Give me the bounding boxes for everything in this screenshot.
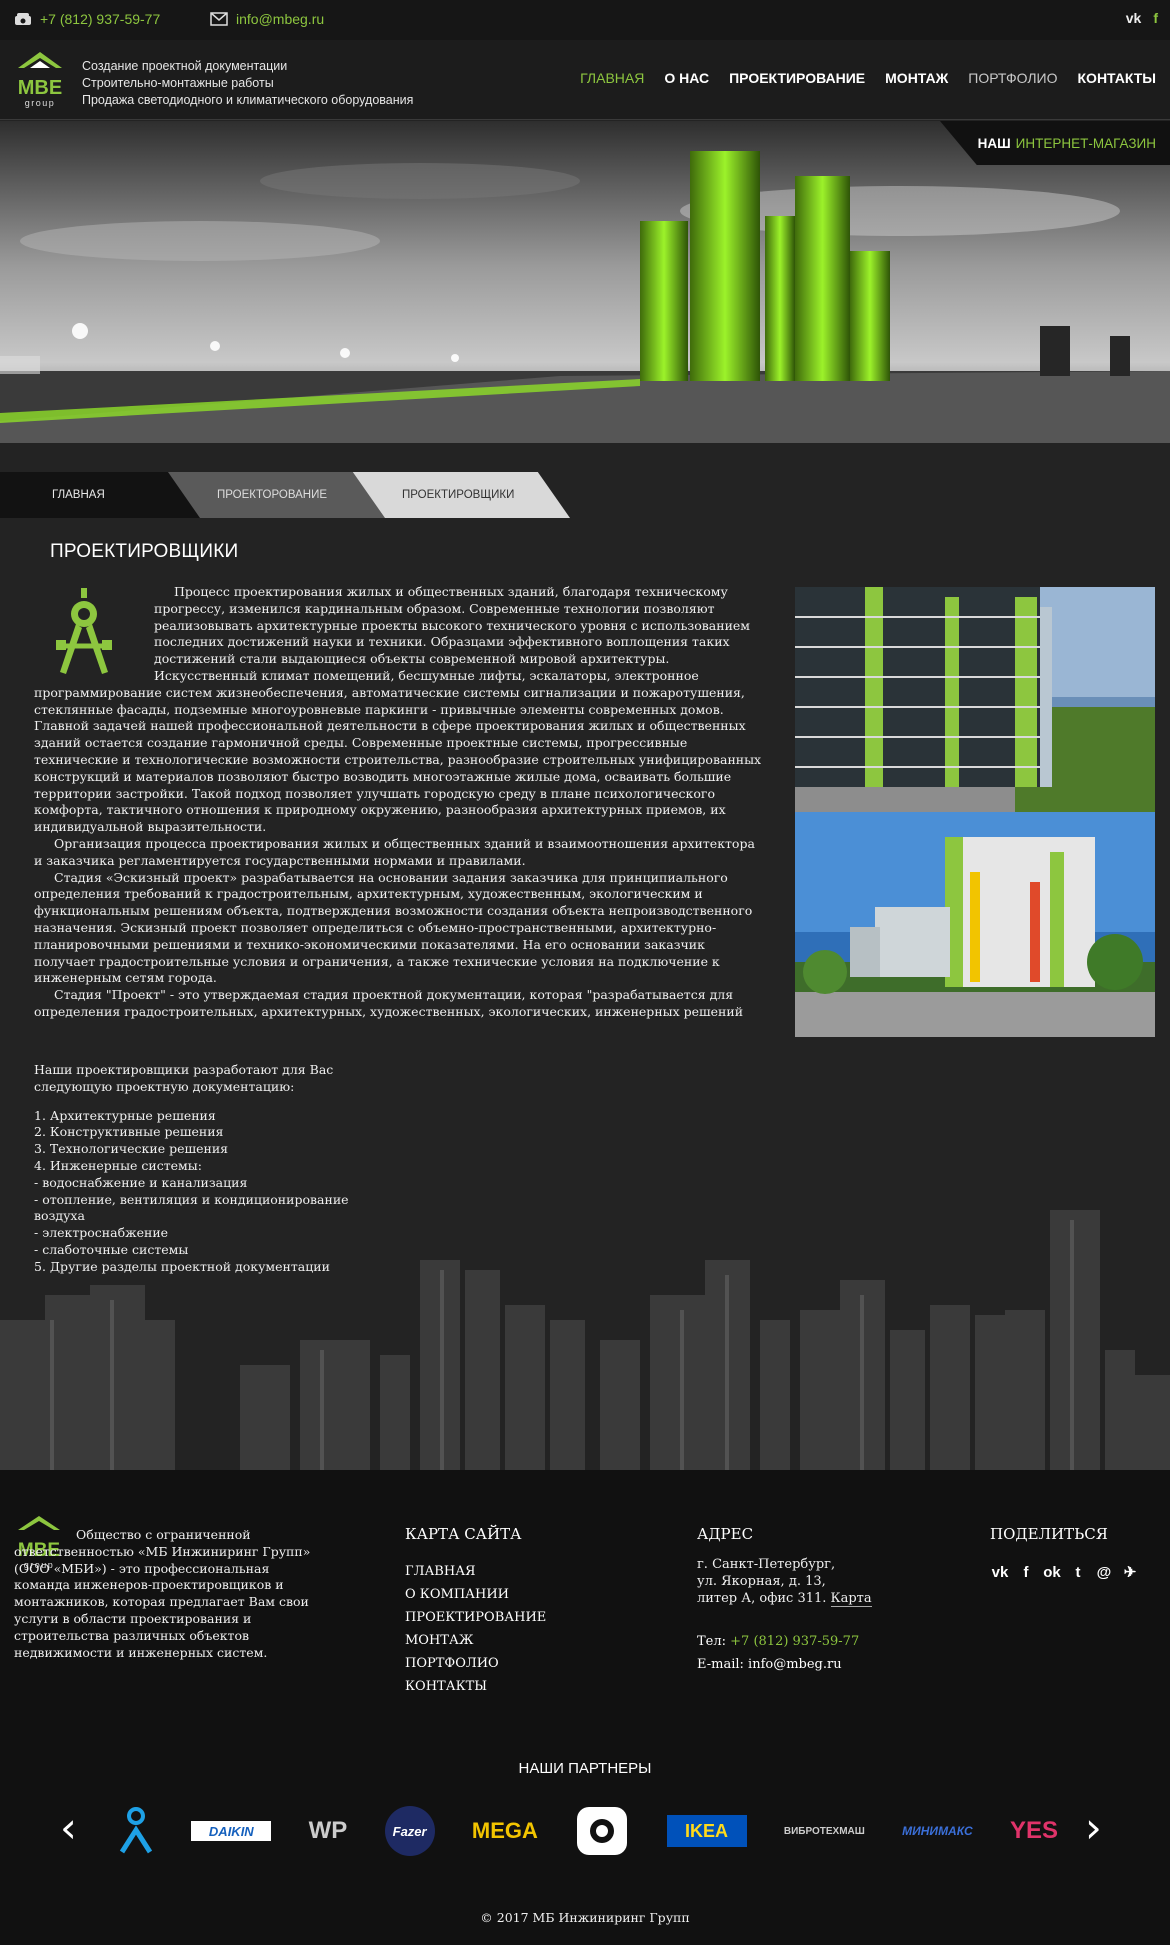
vk-icon[interactable]: vk	[1126, 10, 1142, 26]
share-icons: vk f ok t @ ✈	[990, 1562, 1140, 1582]
map-link[interactable]: Карта	[830, 1591, 872, 1607]
article-paragraph: Стадия "Проект" - это утверждаемая стади…	[34, 987, 744, 1019]
nav-contacts[interactable]: КОНТАКТЫ	[1078, 70, 1156, 86]
facebook-icon[interactable]: f	[1016, 1562, 1036, 1582]
vk-icon[interactable]: vk	[990, 1562, 1010, 1582]
email-contact[interactable]: info@mbeg.ru	[210, 11, 324, 27]
partner-wp-logo[interactable]: WP	[309, 1806, 348, 1856]
partner-ikea-logo[interactable]: IKEA	[666, 1815, 747, 1847]
city-illustration	[0, 121, 1170, 443]
carousel-next-icon[interactable]: ›	[1085, 1807, 1102, 1849]
site-header: MBE group Создание проектной документаци…	[0, 40, 1170, 120]
svg-text:group: group	[25, 98, 56, 108]
odnoklassniki-icon[interactable]: ok	[1042, 1562, 1062, 1582]
svg-text:MBE: MBE	[18, 77, 62, 99]
tagline-line: Создание проектной документации	[82, 59, 288, 73]
sitemap-menu: ГЛАВНАЯ О КОМПАНИИ ПРОЕКТИРОВАНИЕ МОНТАЖ…	[405, 1560, 546, 1698]
mail-icon[interactable]: @	[1094, 1562, 1114, 1582]
email-value[interactable]: info@mbeg.ru	[748, 1657, 842, 1672]
breadcrumb-home[interactable]: ГЛАВНАЯ	[0, 472, 200, 518]
docs-item: 1. Архитектурные решения	[34, 1107, 216, 1123]
address-line: ул. Якорная, д. 13,	[697, 1574, 826, 1589]
tagline-line: Продажа светодиодного и климатического о…	[82, 93, 414, 107]
copyright: © 2017 МБ Инжиниринг Групп	[480, 1910, 690, 1925]
article-paragraph: Организация процесса проектирования жилы…	[34, 835, 755, 868]
partner-camera-icon[interactable]	[575, 1806, 629, 1856]
shop-link[interactable]: ИНТЕРНЕТ-МАГАЗИН	[1016, 136, 1156, 151]
docs-item: - водоснабжение и канализация	[34, 1174, 248, 1190]
docs-item: 3. Технологические решения	[34, 1141, 229, 1157]
sitemap-company[interactable]: О КОМПАНИИ	[405, 1583, 546, 1606]
partner-fazer-logo[interactable]: Fazer	[384, 1806, 435, 1856]
address-line: литер А, офис 311.	[697, 1591, 827, 1606]
docs-item: 2. Конструктивные решения	[34, 1124, 224, 1140]
main-nav: ГЛАВНАЯ О НАС ПРОЕКТИРОВАНИЕ МОНТАЖ ПОРТ…	[580, 70, 1156, 86]
online-shop-tab[interactable]: НАШ ИНТЕРНЕТ-МАГАЗИН	[940, 121, 1170, 165]
email-text[interactable]: info@mbeg.ru	[236, 11, 324, 27]
address-block: г. Санкт-Петербург, ул. Якорная, д. 13, …	[697, 1556, 872, 1607]
page-title: ПРОЕКТИРОВЩИКИ	[50, 541, 239, 562]
share-title: ПОДЕЛИТЬСЯ	[990, 1525, 1108, 1543]
sitemap-home[interactable]: ГЛАВНАЯ	[405, 1560, 546, 1583]
sitemap-contacts[interactable]: КОНТАКТЫ	[405, 1675, 546, 1698]
sitemap-portfolio[interactable]: ПОРТФОЛИО	[405, 1652, 546, 1675]
docs-item: 4. Инженерные системы:	[34, 1157, 202, 1173]
phone-text[interactable]: +7 (812) 937-59-77	[40, 11, 160, 27]
partner-daikin-logo[interactable]: DAIKIN	[191, 1821, 272, 1841]
logo[interactable]: MBE group	[14, 50, 66, 110]
top-social: vk f	[1126, 10, 1158, 26]
partner-yes-logo[interactable]: YES	[1010, 1806, 1058, 1856]
company-about: Общество с ограниченной ответственностью…	[14, 1527, 311, 1660]
address-line: г. Санкт-Петербург,	[697, 1557, 836, 1572]
twitter-icon[interactable]: t	[1068, 1562, 1088, 1582]
email-row: E-mail: info@mbeg.ru	[697, 1653, 859, 1676]
building-photo-2[interactable]	[795, 812, 1155, 1037]
phone-icon	[15, 13, 31, 25]
tel-label: Тел:	[697, 1634, 727, 1649]
site-footer: MBE group Общество с ограниченной ответс…	[0, 1470, 1170, 1945]
article-body: Процесс проектирования жилых и обществен…	[34, 584, 764, 1021]
facebook-icon[interactable]: f	[1153, 10, 1158, 26]
sitemap-installation[interactable]: МОНТАЖ	[405, 1629, 546, 1652]
partner-logo-icon[interactable]	[118, 1806, 154, 1856]
shop-prefix: НАШ	[977, 135, 1011, 151]
address-line-with-map: литер А, офис 311. Карта	[697, 1590, 872, 1607]
nav-installation[interactable]: МОНТАЖ	[885, 70, 948, 86]
docs-intro: Наши проектировщики разработают для Вас …	[34, 1062, 334, 1094]
building-photo-1[interactable]	[795, 587, 1155, 812]
address-title: АДРЕС	[697, 1525, 754, 1543]
partners-title: НАШИ ПАРТНЕРЫ	[518, 1760, 652, 1777]
nav-about[interactable]: О НАС	[664, 70, 709, 86]
pin-icon[interactable]: ✈	[1120, 1562, 1140, 1582]
partner-vibrotekhmash-logo[interactable]: ВИБРОТЕХМАШ	[784, 1806, 865, 1856]
carousel-prev-icon[interactable]: ‹	[60, 1807, 77, 1849]
skyline-illustration	[0, 1210, 1170, 1470]
contact-block: Тел: +7 (812) 937-59-77 E-mail: info@mbe…	[697, 1630, 859, 1676]
header-tagline: Создание проектной документации Строител…	[82, 58, 413, 109]
nav-home[interactable]: ГЛАВНАЯ	[580, 70, 644, 86]
sitemap-title: КАРТА САЙТА	[405, 1525, 522, 1543]
sitemap-design[interactable]: ПРОЕКТИРОВАНИЕ	[405, 1606, 546, 1629]
nav-design[interactable]: ПРОЕКТИРОВАНИЕ	[729, 70, 865, 86]
tel-row: Тел: +7 (812) 937-59-77	[697, 1630, 859, 1653]
tagline-line: Строительно-монтажные работы	[82, 76, 274, 90]
email-label: E-mail:	[697, 1657, 744, 1672]
mail-icon	[210, 12, 228, 26]
hero-banner: НАШ ИНТЕРНЕТ-МАГАЗИН	[0, 121, 1170, 443]
partner-mega-logo[interactable]: MEGA	[472, 1806, 538, 1856]
breadcrumb: ПРОЕКТИРОВЩИКИ ПРОЕКТОРОВАНИЕ ГЛАВНАЯ	[0, 472, 580, 518]
partners-carousel: DAIKIN WP Fazer MEGA IKEA ВИБРОТЕХМАШ МИ…	[118, 1803, 1058, 1859]
partner-minimax-logo[interactable]: МИНИМАКС	[902, 1806, 972, 1856]
nav-portfolio[interactable]: ПОРТФОЛИО	[968, 70, 1057, 86]
top-bar: +7 (812) 937-59-77 info@mbeg.ru vk f	[0, 0, 1170, 40]
article-paragraph: Стадия «Эскизный проект» разрабатывается…	[34, 869, 753, 986]
tel-value[interactable]: +7 (812) 937-59-77	[730, 1634, 859, 1649]
phone-contact[interactable]: +7 (812) 937-59-77	[14, 11, 160, 27]
float-spacer	[34, 584, 154, 676]
